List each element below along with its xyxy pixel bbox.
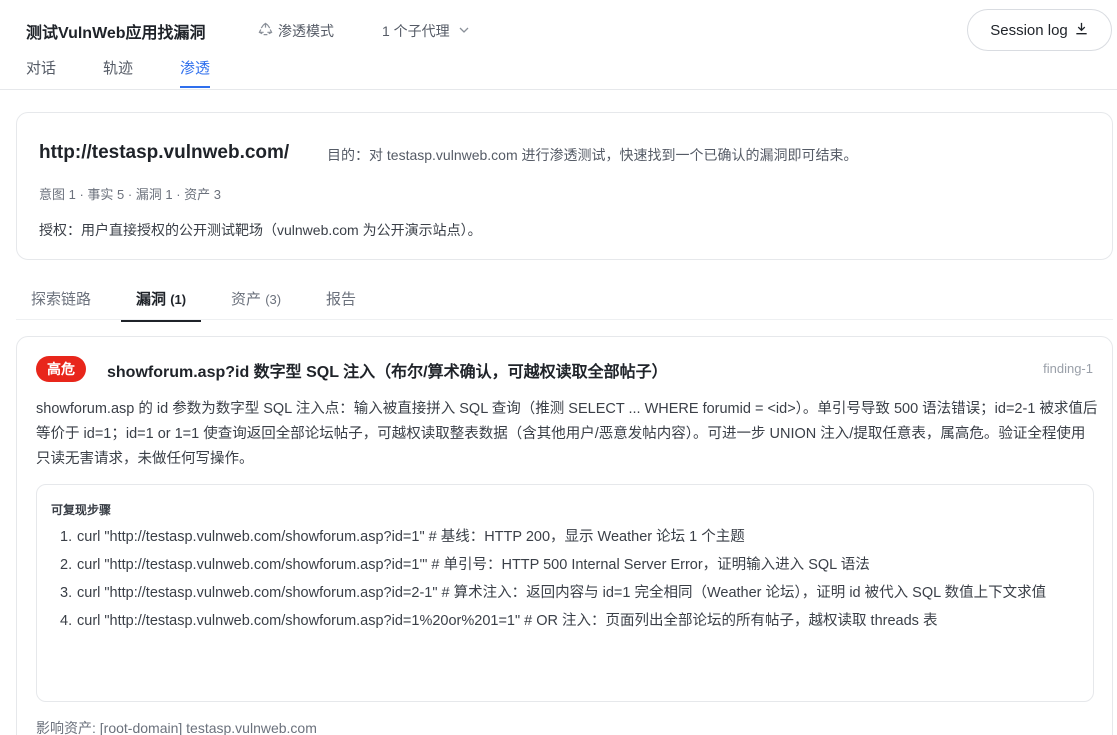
- recycle-icon: [258, 22, 273, 40]
- chevron-down-icon: [458, 23, 470, 39]
- tab-vulnerabilities[interactable]: 漏洞 (1): [121, 288, 202, 322]
- main-tabs: 对话 轨迹 渗透: [26, 57, 257, 88]
- list-item: 2. curl "http://testasp.vulnweb.com/show…: [60, 553, 1080, 578]
- step-text: curl "http://testasp.vulnweb.com/showfor…: [77, 613, 938, 629]
- step-text: curl "http://testasp.vulnweb.com/showfor…: [77, 557, 870, 573]
- mode-indicator: 渗透模式: [258, 21, 334, 41]
- subagents-label: 1 个子代理: [382, 23, 450, 39]
- step-number: 4.: [60, 613, 73, 629]
- step-text: curl "http://testasp.vulnweb.com/showfor…: [77, 585, 1047, 601]
- tab-pentest[interactable]: 渗透: [180, 57, 211, 88]
- target-card: http://testasp.vulnweb.com/ 目的：对 testasp…: [16, 112, 1113, 260]
- severity-badge: 高危: [36, 356, 86, 382]
- target-url: http://testasp.vulnweb.com/: [39, 142, 290, 163]
- list-item: 3. curl "http://testasp.vulnweb.com/show…: [60, 581, 1080, 606]
- tab-chat[interactable]: 对话: [26, 57, 56, 88]
- download-icon: [1074, 21, 1089, 40]
- subagents-dropdown[interactable]: 1 个子代理: [382, 21, 470, 41]
- tab-vulnerabilities-label: 漏洞: [136, 291, 167, 308]
- session-log-label: Session log: [990, 21, 1068, 39]
- mode-label: 渗透模式: [278, 23, 334, 39]
- tab-assets[interactable]: 资产 (3): [231, 288, 281, 320]
- tab-report[interactable]: 报告: [326, 288, 356, 320]
- tab-assets-label: 资产: [231, 291, 262, 308]
- page-title: 测试VulnWeb应用找漏洞: [26, 25, 206, 42]
- step-text: curl "http://testasp.vulnweb.com/showfor…: [77, 529, 745, 545]
- step-number: 2.: [60, 557, 73, 573]
- header: 测试VulnWeb应用找漏洞 渗透模式 1 个子代理 Session log 对…: [0, 0, 1117, 90]
- list-item: 4. curl "http://testasp.vulnweb.com/show…: [60, 609, 1080, 634]
- step-number: 3.: [60, 585, 73, 601]
- tab-explore-chain[interactable]: 探索链路: [31, 288, 91, 320]
- impacted-asset: 影响资产: [root-domain] testasp.vulnweb.com: [36, 720, 317, 735]
- target-authorization: 授权：用户直接授权的公开测试靶场（vulnweb.com 为公开演示站点）。: [39, 222, 482, 238]
- finding-card: 高危 showforum.asp?id 数字型 SQL 注入（布尔/算术确认，可…: [16, 336, 1113, 735]
- finding-id: finding-1: [1043, 361, 1093, 376]
- tab-assets-count: (3): [265, 292, 282, 307]
- repro-steps-box: 可复现步骤 1. curl "http://testasp.vulnweb.co…: [36, 484, 1094, 702]
- step-number: 1.: [60, 529, 73, 545]
- tab-trace[interactable]: 轨迹: [103, 57, 133, 88]
- finding-title: showforum.asp?id 数字型 SQL 注入（布尔/算术确认，可越权读…: [107, 364, 668, 381]
- list-item: 1. curl "http://testasp.vulnweb.com/show…: [60, 525, 1080, 550]
- session-log-button[interactable]: Session log: [967, 9, 1112, 51]
- repro-steps-title: 可复现步骤: [51, 503, 112, 517]
- target-goal: 目的：对 testasp.vulnweb.com 进行渗透测试，快速找到一个已确…: [327, 147, 858, 163]
- finding-description: showforum.asp 的 id 参数为数字型 SQL 注入点：输入被直接拼…: [36, 401, 1098, 467]
- result-tabs: 探索链路 漏洞 (1) 资产 (3) 报告: [16, 278, 1113, 322]
- target-stats: 意图 1 · 事实 5 · 漏洞 1 · 资产 3: [39, 187, 222, 202]
- tab-vulnerabilities-count: (1): [170, 292, 187, 307]
- repro-steps-list: 1. curl "http://testasp.vulnweb.com/show…: [60, 525, 1080, 637]
